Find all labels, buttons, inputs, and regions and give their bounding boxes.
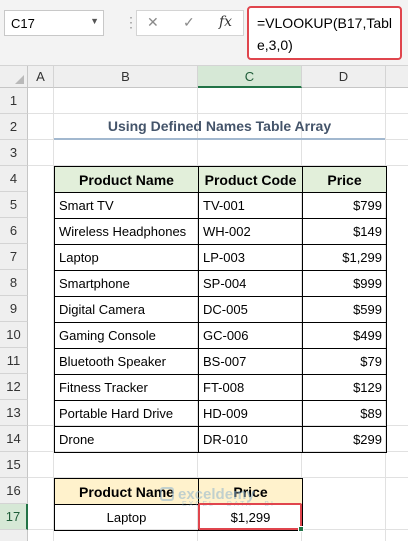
sheet-title[interactable]: Using Defined Names Table Array	[54, 114, 385, 140]
row-header-6[interactable]: 6	[0, 218, 28, 244]
row-header-12[interactable]: 12	[0, 374, 28, 400]
row-header-1[interactable]: 1	[0, 88, 28, 114]
cell-product-code[interactable]: FT-008	[198, 374, 303, 401]
header-product-code[interactable]: Product Code	[198, 166, 303, 193]
cell-product-code[interactable]: HD-009	[198, 400, 303, 427]
column-header-e[interactable]	[386, 66, 408, 88]
formula-buttons: ✕ ✓ fx	[136, 10, 244, 36]
row-header-5[interactable]: 5	[0, 192, 28, 218]
row-header-3[interactable]: 3	[0, 140, 28, 166]
cell-price[interactable]: $79	[302, 348, 387, 375]
row-header-8[interactable]: 8	[0, 270, 28, 296]
cell-product-code[interactable]: TV-001	[198, 192, 303, 219]
table-row: Wireless Headphones WH-002 $149	[54, 218, 387, 245]
row-header-17[interactable]: 17	[0, 504, 28, 530]
fill-handle[interactable]	[298, 526, 304, 532]
cell-price[interactable]: $129	[302, 374, 387, 401]
name-box[interactable]: C17 ▼	[4, 10, 104, 36]
table-row: Laptop LP-003 $1,299	[54, 244, 387, 271]
table-row: Smartphone SP-004 $999	[54, 270, 387, 297]
name-box-value: C17	[11, 15, 35, 31]
cell-product-name[interactable]: Drone	[54, 426, 199, 453]
table-row: Gaming Console GC-006 $499	[54, 322, 387, 349]
row-header-2[interactable]: 2	[0, 114, 28, 140]
cell-price[interactable]: $299	[302, 426, 387, 453]
cancel-icon[interactable]: ✕	[147, 14, 159, 31]
cell-product-code[interactable]: DC-005	[198, 296, 303, 323]
cell-product-name[interactable]: Gaming Console	[54, 322, 199, 349]
exceldemy-logo-icon	[160, 487, 174, 501]
chevron-down-icon[interactable]: ▼	[90, 16, 99, 26]
active-cell-highlight[interactable]	[198, 503, 302, 530]
row-header-11[interactable]: 11	[0, 348, 28, 374]
cell-product-code[interactable]: DR-010	[198, 426, 303, 453]
cell-product-code[interactable]: WH-002	[198, 218, 303, 245]
cell-product-name[interactable]: Smartphone	[54, 270, 199, 297]
row-header-4[interactable]: 4	[0, 166, 28, 192]
row-header-7[interactable]: 7	[0, 244, 28, 270]
confirm-icon[interactable]: ✓	[183, 14, 195, 31]
cell-product-code[interactable]: LP-003	[198, 244, 303, 271]
column-header-d[interactable]: D	[302, 66, 386, 88]
table-row: Portable Hard Drive HD-009 $89	[54, 400, 387, 427]
table-row: Drone DR-010 $299	[54, 426, 387, 453]
column-header-c[interactable]: C	[198, 66, 302, 88]
cell-product-code[interactable]: BS-007	[198, 348, 303, 375]
table-row: Fitness Tracker FT-008 $129	[54, 374, 387, 401]
cell-price[interactable]: $599	[302, 296, 387, 323]
cell-product-name[interactable]: Digital Camera	[54, 296, 199, 323]
cell-price[interactable]: $1,299	[302, 244, 387, 271]
row-header-13[interactable]: 13	[0, 400, 28, 426]
row-header-9[interactable]: 9	[0, 296, 28, 322]
column-header-a[interactable]: A	[28, 66, 54, 88]
cell-product-name[interactable]: Bluetooth Speaker	[54, 348, 199, 375]
cell-product-name[interactable]: Laptop	[54, 244, 199, 271]
select-all-button[interactable]	[0, 66, 28, 88]
cell-product-code[interactable]: SP-004	[198, 270, 303, 297]
row-header-16[interactable]: 16	[0, 478, 28, 504]
column-header-b[interactable]: B	[54, 66, 198, 88]
table-row: Bluetooth Speaker BS-007 $79	[54, 348, 387, 375]
product-table: Product Name Product Code Price Smart TV…	[54, 166, 387, 453]
cell-price[interactable]: $999	[302, 270, 387, 297]
lookup-product-cell[interactable]: Laptop	[54, 504, 199, 531]
row-header-18[interactable]	[0, 530, 28, 541]
cell-product-name[interactable]: Portable Hard Drive	[54, 400, 199, 427]
row-header-15[interactable]: 15	[0, 452, 28, 478]
row-header-10[interactable]: 10	[0, 322, 28, 348]
insert-function-icon[interactable]: fx	[219, 14, 232, 30]
row-header-14[interactable]: 14	[0, 426, 28, 452]
formula-bar: C17 ▼ ⋮ ✕ ✓ fx =VLOOKUP(B17,Table,3,0)	[0, 0, 408, 66]
table-row: Digital Camera DC-005 $599	[54, 296, 387, 323]
cell-price[interactable]: $499	[302, 322, 387, 349]
cell-price[interactable]: $89	[302, 400, 387, 427]
table-row: Smart TV TV-001 $799	[54, 192, 387, 219]
cell-product-code[interactable]: GC-006	[198, 322, 303, 349]
cell-price[interactable]: $799	[302, 192, 387, 219]
cell-product-name[interactable]: Smart TV	[54, 192, 199, 219]
formula-input[interactable]: =VLOOKUP(B17,Table,3,0)	[247, 6, 402, 60]
cell-product-name[interactable]: Wireless Headphones	[54, 218, 199, 245]
cell-price[interactable]: $149	[302, 218, 387, 245]
header-product-name[interactable]: Product Name	[54, 166, 199, 193]
cell-product-name[interactable]: Fitness Tracker	[54, 374, 199, 401]
header-price[interactable]: Price	[302, 166, 387, 193]
